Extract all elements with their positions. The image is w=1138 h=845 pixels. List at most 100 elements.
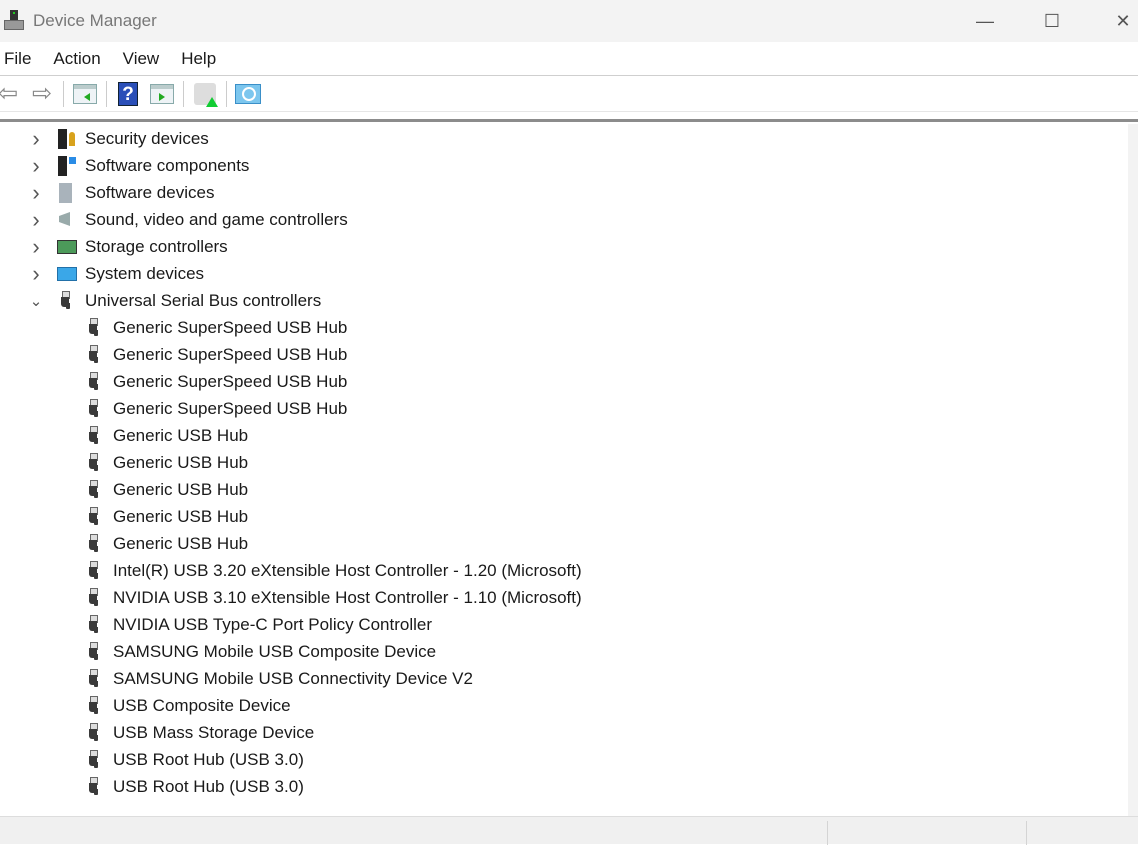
usb-icon [84,317,102,339]
security-devices-icon [56,128,75,150]
device-manager-app-icon [3,10,25,32]
menu-action[interactable]: Action [49,49,106,69]
tree-category-item[interactable]: › System devices [32,260,205,287]
usb-device-label: SAMSUNG Mobile USB Composite Device [113,641,437,661]
menu-view[interactable]: View [119,49,166,69]
usb-device-item[interactable]: SAMSUNG Mobile USB Connectivity Device V… [84,665,473,692]
status-bar [0,816,1138,845]
tree-category-label: System devices [85,263,205,283]
usb-icon [84,479,102,501]
usb-icon [84,776,102,798]
usb-device-label: Generic SuperSpeed USB Hub [113,371,348,391]
usb-device-label: Generic SuperSpeed USB Hub [113,344,348,364]
tree-category-label: Security devices [85,128,209,148]
toolbar-separator [226,80,227,107]
usb-device-item[interactable]: NVIDIA USB Type-C Port Policy Controller [84,611,432,638]
usb-device-item[interactable]: USB Root Hub (USB 3.0) [84,746,304,773]
title-bar: Device Manager — ☐ ✕ [0,0,1138,42]
usb-device-label: Generic SuperSpeed USB Hub [113,398,348,418]
tree-category-label: Sound, video and game controllers [85,209,348,229]
console-tree-icon [73,83,97,104]
tree-category-label: Storage controllers [85,236,228,256]
toolbar: ⇦ ⇨ ? [0,76,1138,112]
toolbar-separator [183,80,184,107]
usb-icon [84,560,102,582]
menu-file[interactable]: File [0,49,37,69]
usb-device-item[interactable]: Generic SuperSpeed USB Hub [84,341,347,368]
update-driver-button[interactable] [191,80,219,108]
usb-device-label: Generic USB Hub [113,452,249,472]
usb-icon [84,749,102,771]
chevron-right-icon[interactable]: › [28,126,44,152]
menu-bar: File Action View Help [0,42,1138,76]
usb-icon [84,614,102,636]
system-devices-icon [56,263,77,285]
vertical-scrollbar[interactable] [1128,124,1138,816]
tree-category-label: Universal Serial Bus controllers [85,290,322,310]
minimize-button[interactable]: — [962,0,1008,42]
usb-device-label: Generic USB Hub [113,533,249,553]
device-tree[interactable]: › Security devices › Software components › So… [0,124,1128,816]
usb-device-item[interactable]: Generic SuperSpeed USB Hub [84,314,347,341]
usb-device-item[interactable]: Generic USB Hub [84,422,248,449]
help-button[interactable]: ? [114,80,142,108]
usb-device-item[interactable]: SAMSUNG Mobile USB Composite Device [84,638,436,665]
usb-device-item[interactable]: Generic USB Hub [84,530,248,557]
usb-device-item[interactable]: Generic SuperSpeed USB Hub [84,368,347,395]
back-button[interactable]: ⇦ [0,80,22,108]
window-title: Device Manager [33,11,157,30]
usb-icon [84,695,102,717]
tree-category-label: Software devices [85,182,215,202]
usb-icon [84,344,102,366]
tree-category-item[interactable]: › Software devices [32,179,215,206]
usb-device-label: SAMSUNG Mobile USB Connectivity Device V… [113,668,473,688]
usb-device-item[interactable]: Intel(R) USB 3.20 eXtensible Host Contro… [84,557,582,584]
usb-icon [56,290,74,312]
usb-device-item[interactable]: Generic SuperSpeed USB Hub [84,395,347,422]
tree-category-item[interactable]: › Storage controllers [32,233,228,260]
show-hide-console-tree-button[interactable] [71,80,99,108]
tree-category-item[interactable]: › Sound, video and game controllers [32,206,348,233]
chevron-down-icon[interactable]: ⌄ [28,292,44,310]
usb-device-item[interactable]: USB Mass Storage Device [84,719,314,746]
usb-icon [84,371,102,393]
tree-category-item[interactable]: › Security devices [32,125,209,152]
usb-device-item[interactable]: Generic USB Hub [84,476,248,503]
maximize-button[interactable]: ☐ [1029,0,1075,42]
usb-device-label: Generic USB Hub [113,506,249,526]
usb-icon [84,398,102,420]
tree-category-label: Software components [85,155,250,175]
tree-category-item[interactable]: › Software components [32,152,250,179]
usb-device-item[interactable]: Generic USB Hub [84,503,248,530]
usb-device-item[interactable]: USB Composite Device [84,692,291,719]
usb-device-label: USB Composite Device [113,695,291,715]
usb-device-item[interactable]: USB Root Hub (USB 3.0) [84,773,304,800]
usb-device-item[interactable]: NVIDIA USB 3.10 eXtensible Host Controll… [84,584,582,611]
usb-device-label: Generic SuperSpeed USB Hub [113,317,348,337]
usb-icon [84,425,102,447]
action-pane-icon [150,83,174,104]
usb-device-label: Intel(R) USB 3.20 eXtensible Host Contro… [113,560,582,580]
chevron-right-icon[interactable]: › [28,234,44,260]
tree-category-item[interactable]: ⌄ Universal Serial Bus controllers [30,287,322,314]
chevron-right-icon[interactable]: › [28,261,44,287]
update-driver-icon [194,82,218,107]
menu-help[interactable]: Help [177,49,222,69]
forward-button[interactable]: ⇨ [28,80,56,108]
show-hide-action-pane-button[interactable] [148,80,176,108]
pane-divider [0,112,1138,122]
scan-hardware-changes-button[interactable] [234,80,262,108]
usb-device-label: USB Mass Storage Device [113,722,315,742]
usb-icon [84,452,102,474]
usb-icon [84,722,102,744]
usb-device-item[interactable]: Generic USB Hub [84,449,248,476]
chevron-right-icon[interactable]: › [28,153,44,179]
usb-device-label: USB Root Hub (USB 3.0) [113,749,304,769]
chevron-right-icon[interactable]: › [28,180,44,206]
usb-device-label: USB Root Hub (USB 3.0) [113,776,304,796]
help-icon: ? [118,81,138,106]
status-pane [1026,821,1027,845]
chevron-right-icon[interactable]: › [28,207,44,233]
usb-icon [84,506,102,528]
close-button[interactable]: ✕ [1100,0,1138,42]
